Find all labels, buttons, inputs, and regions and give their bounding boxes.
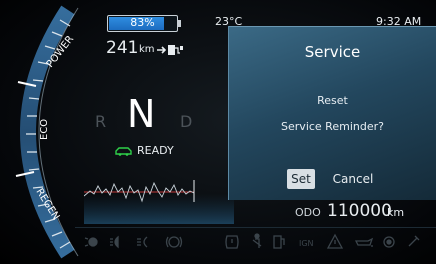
fog-light-icon [137,236,148,248]
cancel-button[interactable]: Cancel [327,169,379,189]
odo-value: 110000 [327,201,392,221]
abs-icon [383,236,395,248]
range-value: 241 [106,38,139,58]
dialog-line-1: Reset [317,94,348,107]
dialog-title: Service [304,43,361,61]
oil-pressure-icon [354,237,374,247]
seatbelt-icon [252,233,262,248]
power-gauge: POWER ECO REGEN [15,5,79,259]
battery-tip [178,20,181,27]
odo-unit: km [387,206,405,219]
low-beam-icon [110,235,119,249]
telltale-bar: IGN [84,233,420,249]
fuel-door-icon [273,235,285,249]
eco-label: ECO [39,119,50,140]
dialog-line-2: Service Reminder? [281,120,384,133]
ready-car-icon [115,147,132,156]
service-dialog: Service Reset Service Reminder? Set Canc… [228,26,436,200]
instrument-cluster: POWER ECO REGEN 83% 23°C 9:32 AM 241 km … [0,0,436,264]
set-button[interactable]: Set [287,169,315,189]
gear-drive: D [180,112,193,131]
gear-neutral: N [127,92,156,136]
wrench-icon [408,235,420,247]
brake-warning-icon [165,236,183,248]
tpms-icon [225,235,239,249]
charging-station-icon [157,45,183,55]
ign-indicator: IGN [299,239,314,248]
odo-label: ODO [295,206,321,219]
range-unit: km [139,44,155,55]
battery-percent: 83% [130,16,155,29]
parking-light-icon [84,237,98,247]
gear-reverse: R [95,112,107,131]
ready-label: READY [137,144,174,157]
hazard-warning-icon [326,233,344,249]
battery-indicator: 83% [107,15,178,32]
energy-flow-graph [84,180,234,224]
